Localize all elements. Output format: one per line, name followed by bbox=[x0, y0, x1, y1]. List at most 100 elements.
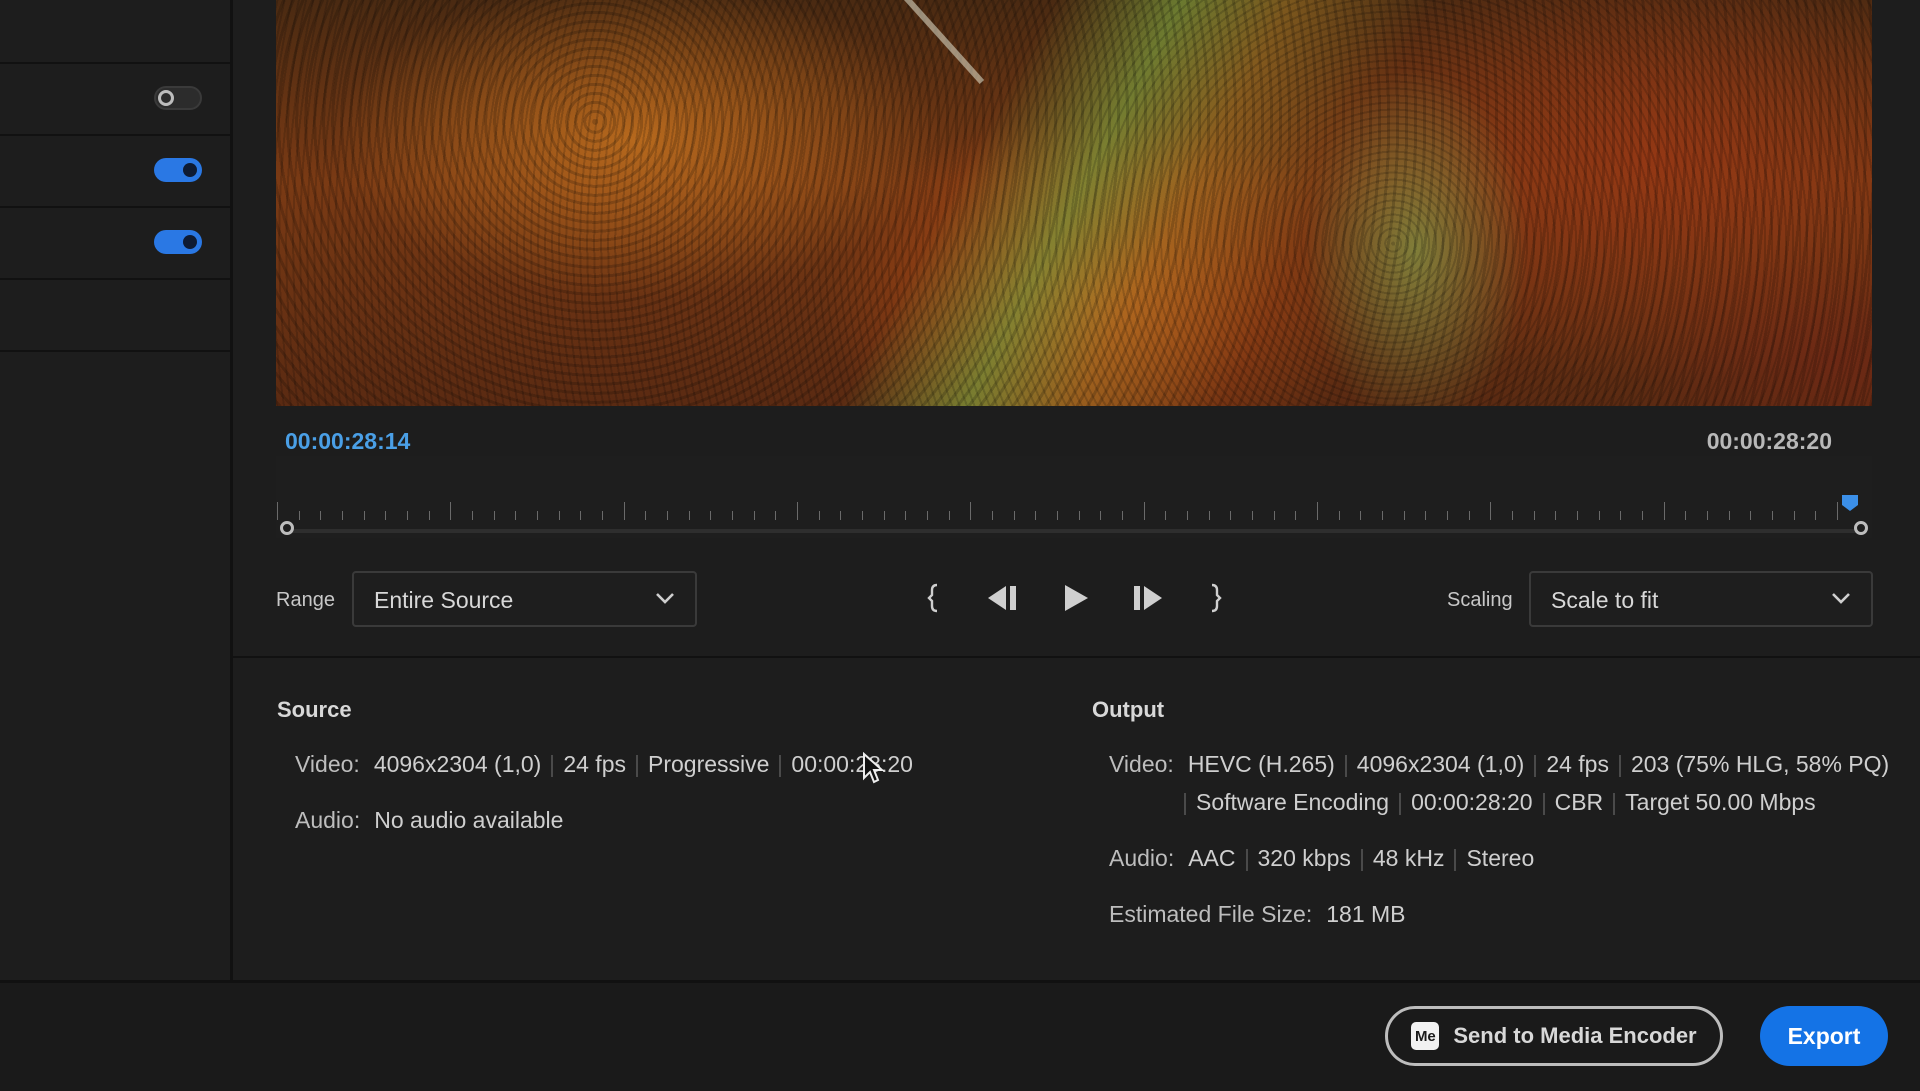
sidebar-row-2 bbox=[0, 134, 230, 208]
ruler-tick bbox=[732, 511, 733, 520]
scaling-value: Scale to fit bbox=[1551, 587, 1659, 613]
toggle-switch-on[interactable] bbox=[154, 230, 202, 254]
ruler-tick bbox=[1533, 511, 1535, 520]
output-codec: HEVC (H.265) bbox=[1187, 751, 1335, 777]
ruler-tick bbox=[1772, 511, 1773, 520]
ruler-tick bbox=[1360, 511, 1362, 520]
ruler-tick bbox=[1685, 511, 1687, 520]
ruler-tick bbox=[1317, 502, 1318, 520]
step-forward-icon bbox=[1134, 586, 1162, 610]
mark-out-button[interactable] bbox=[1195, 578, 1235, 618]
separator bbox=[1344, 754, 1347, 777]
separator bbox=[1534, 754, 1537, 777]
send-to-media-encoder-label: Send to Media Encoder bbox=[1453, 1023, 1697, 1048]
ruler-tick bbox=[1273, 511, 1275, 520]
timeline-ruler bbox=[276, 500, 1852, 520]
ruler-tick bbox=[558, 511, 560, 520]
ruler-tick bbox=[1793, 511, 1795, 520]
separator bbox=[1542, 792, 1545, 815]
separator bbox=[635, 754, 638, 777]
toggle-switch-on[interactable] bbox=[154, 158, 202, 182]
filesize-value: 181 MB bbox=[1326, 901, 1406, 927]
ruler-tick bbox=[1252, 511, 1253, 520]
current-timecode[interactable]: 00:00:28:14 bbox=[285, 428, 410, 455]
ruler-tick bbox=[1815, 511, 1817, 520]
ruler-tick bbox=[298, 511, 300, 520]
range-label: Range bbox=[276, 589, 335, 611]
mark-in-button[interactable] bbox=[914, 578, 954, 618]
ruler-tick bbox=[1013, 511, 1015, 520]
ruler-tick bbox=[277, 502, 278, 520]
settings-sidebar bbox=[0, 0, 233, 980]
source-audio-value: No audio available bbox=[374, 807, 564, 833]
ruler-tick bbox=[1577, 511, 1578, 520]
range-dropdown[interactable]: Entire Source bbox=[352, 571, 697, 627]
toggle-switch-off[interactable] bbox=[154, 86, 202, 110]
sidebar-row-top bbox=[0, 0, 230, 64]
ruler-tick bbox=[1490, 502, 1492, 520]
separator bbox=[1613, 792, 1616, 815]
source-video-label: Video: bbox=[295, 751, 360, 777]
source-audio-label: Audio: bbox=[295, 807, 361, 833]
mark-in-icon bbox=[927, 583, 938, 613]
range-out-handle[interactable] bbox=[1854, 521, 1868, 535]
output-encoding: Software Encoding bbox=[1196, 789, 1390, 815]
ruler-tick bbox=[1057, 511, 1058, 520]
section-divider bbox=[232, 656, 1920, 658]
end-timecode: 00:00:28:20 bbox=[1706, 428, 1832, 454]
ruler-tick bbox=[818, 511, 820, 520]
send-to-media-encoder-button[interactable]: Me Send to Media Encoder bbox=[1385, 1006, 1723, 1066]
scaling-dropdown[interactable]: Scale to fit bbox=[1529, 571, 1873, 627]
ruler-tick bbox=[840, 511, 842, 520]
ruler-tick bbox=[1447, 511, 1448, 520]
scaling-label: Scaling bbox=[1447, 589, 1513, 611]
ruler-tick bbox=[905, 511, 907, 520]
range-track[interactable] bbox=[286, 529, 1862, 533]
output-hdr: 203 (75% HLG, 58% PQ) bbox=[1630, 751, 1890, 777]
export-label: Export bbox=[1787, 1022, 1861, 1049]
sidebar-row-3 bbox=[0, 206, 230, 280]
output-bitrate-mode: CBR bbox=[1554, 789, 1604, 815]
source-audio-line: Audio: No audio available bbox=[295, 807, 563, 834]
ruler-tick bbox=[1512, 511, 1513, 520]
range-value: Entire Source bbox=[374, 587, 514, 613]
toggle-knob bbox=[183, 235, 197, 249]
source-resolution: 4096x2304 (1,0) bbox=[373, 751, 542, 777]
ruler-tick bbox=[1837, 502, 1838, 520]
play-icon bbox=[1065, 585, 1088, 611]
ruler-tick bbox=[862, 511, 863, 520]
play-button[interactable] bbox=[1056, 578, 1096, 618]
ruler-tick bbox=[1728, 511, 1730, 520]
step-forward-button[interactable] bbox=[1127, 578, 1167, 618]
step-back-button[interactable] bbox=[983, 578, 1023, 618]
ruler-tick bbox=[320, 511, 322, 520]
ruler-tick bbox=[1078, 511, 1080, 520]
ruler-tick bbox=[537, 511, 538, 520]
ruler-tick bbox=[1598, 511, 1600, 520]
ruler-tick bbox=[883, 511, 885, 520]
ruler-tick bbox=[1100, 511, 1102, 520]
timeline-scrubber[interactable] bbox=[276, 456, 1872, 538]
ruler-tick bbox=[1338, 511, 1340, 520]
ruler-tick bbox=[753, 511, 755, 520]
output-audio-label: Audio: bbox=[1109, 845, 1175, 871]
ruler-tick bbox=[580, 511, 582, 520]
source-title: Source bbox=[277, 697, 352, 722]
export-button[interactable]: Export bbox=[1760, 1006, 1888, 1066]
ruler-tick bbox=[342, 511, 343, 520]
ruler-tick bbox=[1555, 511, 1557, 520]
separator bbox=[1618, 754, 1621, 777]
mouse-cursor-icon bbox=[863, 752, 884, 784]
output-fps: 24 fps bbox=[1546, 751, 1609, 777]
range-in-handle[interactable] bbox=[280, 521, 294, 535]
sidebar-row-1 bbox=[0, 62, 230, 136]
ruler-tick bbox=[1122, 511, 1123, 520]
ruler-tick bbox=[1403, 511, 1405, 520]
ruler-tick bbox=[602, 511, 603, 520]
ruler-tick bbox=[797, 502, 798, 520]
output-duration: 00:00:28:20 bbox=[1411, 789, 1533, 815]
output-title: Output bbox=[1092, 697, 1165, 722]
output-channels: Stereo bbox=[1466, 845, 1535, 871]
playhead-icon[interactable] bbox=[1841, 494, 1859, 512]
ruler-tick bbox=[1620, 511, 1622, 520]
